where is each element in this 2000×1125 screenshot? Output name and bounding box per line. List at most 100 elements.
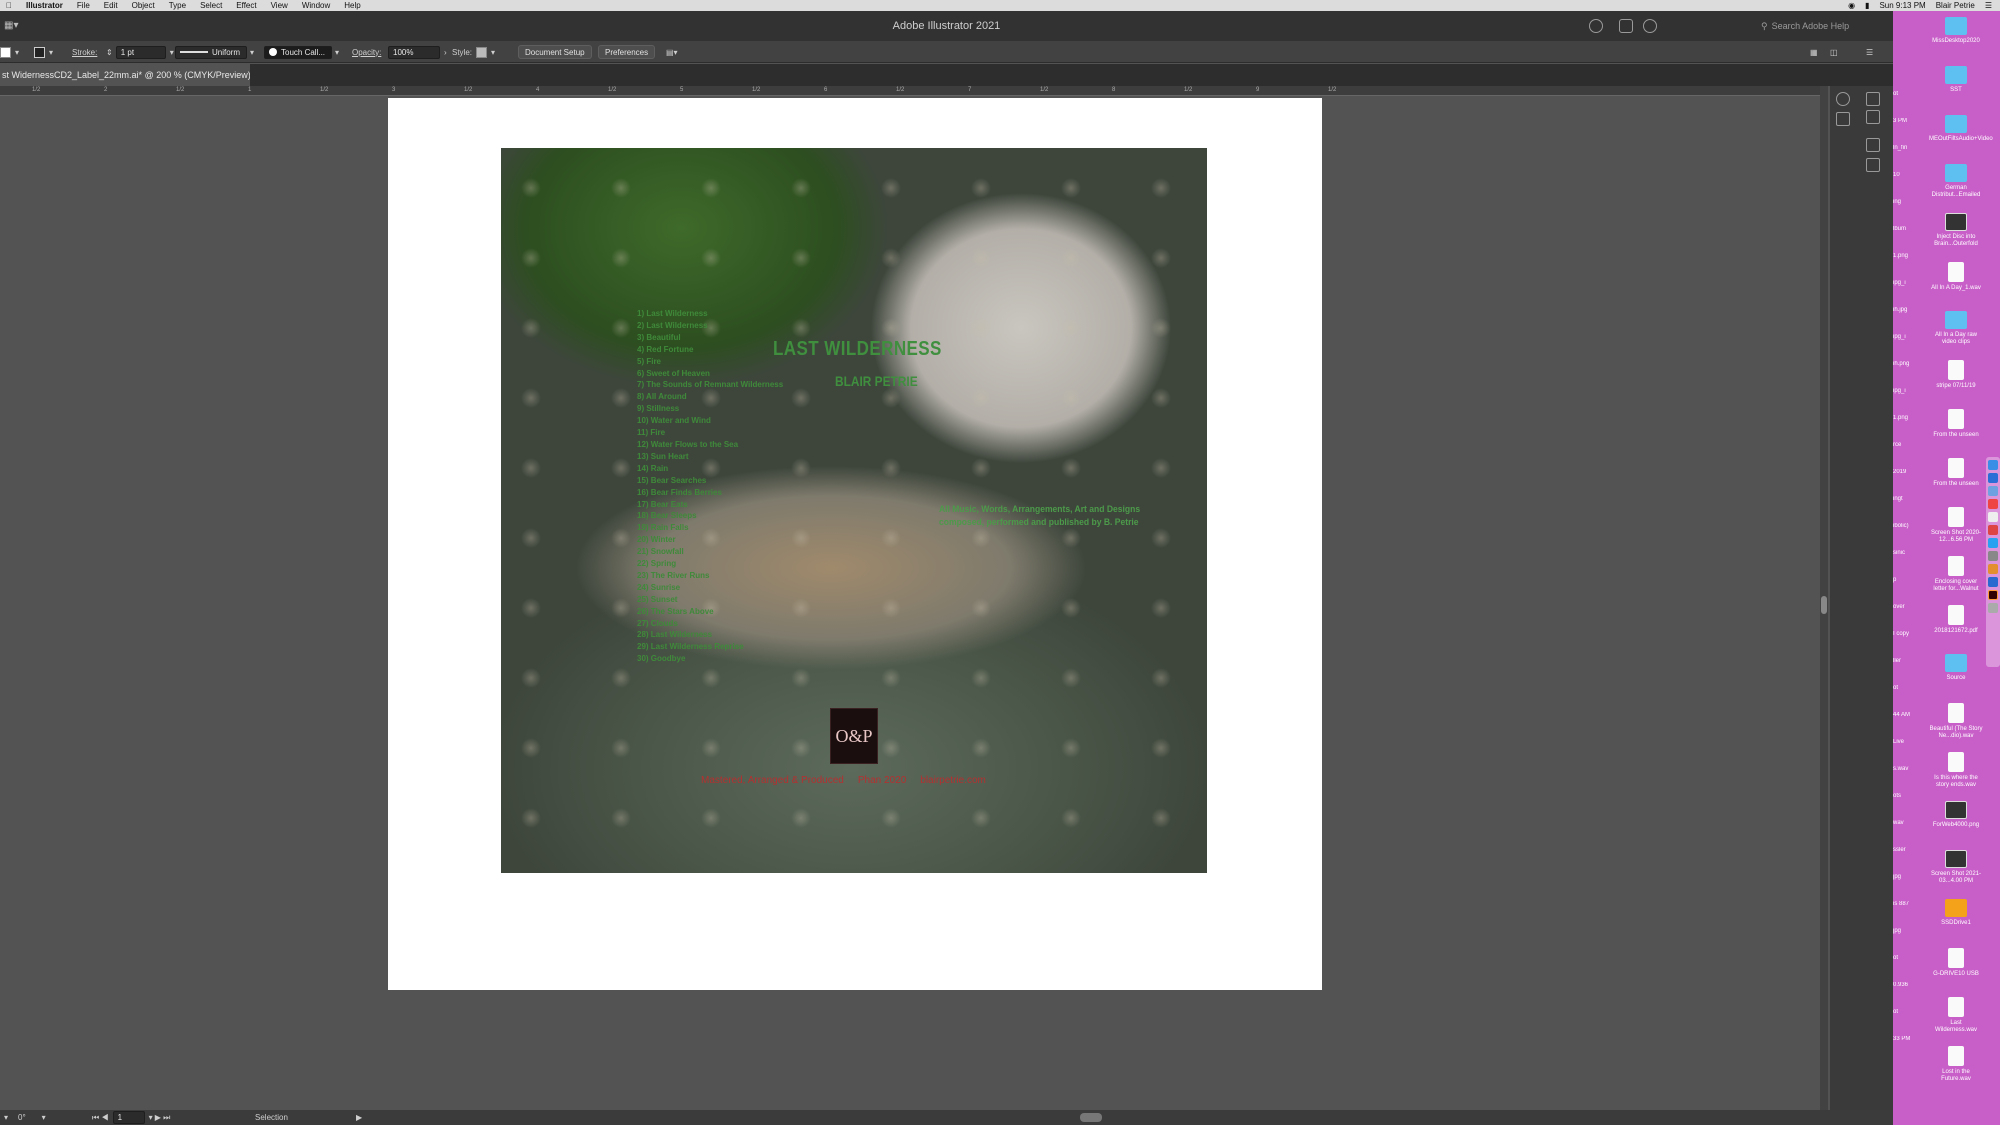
finder-dock-icon[interactable] [1988,460,1998,470]
align-icon[interactable]: ▦ [1810,45,1818,59]
brush-definition[interactable]: Touch Call... ▾ [264,45,339,59]
artist-name-text[interactable]: BLAIR PETRIE [835,373,918,389]
menu-object[interactable]: Object [132,1,155,10]
stepper-icon[interactable]: ⇕ [106,48,113,57]
properties-panel-icon[interactable] [1866,92,1880,106]
fill-swatch[interactable]: ▾ [0,45,19,59]
menu-select[interactable]: Select [200,1,222,10]
character-panel-icon[interactable] [1866,138,1880,152]
color-panel-icon[interactable] [1836,92,1850,106]
desktop-item[interactable]: German Distribut...Emailed [1929,164,1983,199]
horizontal-ruler[interactable]: 1/2 2 1/2 1 1/2 3 1/2 4 1/2 5 1/2 6 1/2 7 1/2 8 1/2 9 1/2 [0,86,1820,96]
menu-edit[interactable]: Edit [104,1,118,10]
stroke-weight-field[interactable]: ⇕ 1 pt ▾ [106,45,174,59]
desktop-item[interactable]: ForWeb4000.png [1929,801,1983,829]
variable-width-profile[interactable]: Uniform ▾ [175,45,254,59]
menu-window[interactable]: Window [302,1,330,10]
desktop-item[interactable]: All In A Day_1.wav [1929,262,1983,292]
arrange-documents-icon[interactable] [1619,19,1633,33]
discover-lightbulb-icon[interactable] [1643,19,1657,33]
workspace-icon[interactable]: ▦▾ [4,20,18,31]
desktop-item[interactable]: Screen Shot 2021-03...4.00 PM [1929,850,1983,885]
desktop-item-label: From the unseen [1933,432,1979,438]
footer-text[interactable]: Mastered, Arranged & Produced Phan 2020 … [701,775,986,786]
desktop-item[interactable]: From the unseen [1929,458,1983,488]
transform-icon[interactable]: ◫ [1830,45,1838,59]
opacity-label[interactable]: Opacity: [352,45,381,59]
settings-dock-icon[interactable] [1988,551,1998,561]
menu-file[interactable]: File [77,1,90,10]
desktop-item[interactable]: Source [1929,654,1983,682]
layers-panel-icon[interactable] [1866,110,1880,124]
status-menu-arrow[interactable]: ▶ [356,1112,362,1123]
album-cover-photo[interactable]: 1) Last Wilderness 2) Last Wilderness 3) B… [501,148,1207,873]
wifi-icon[interactable]: ◉ [1848,1,1855,10]
horizontal-scroll-thumb[interactable] [1080,1113,1102,1122]
label-logo[interactable]: O&P [830,708,878,764]
illustrator-dock-icon[interactable] [1988,590,1998,600]
desktop-item[interactable]: MissDesktop2020 [1929,17,1983,45]
desktop-item[interactable]: MEOutFiltsAudio+Video [1929,115,1993,143]
appstore-dock-icon[interactable] [1988,538,1998,548]
desktop-item[interactable]: All In a Day raw video clips [1929,311,1983,346]
artboard[interactable]: 1) Last Wilderness 2) Last Wilderness 3) B… [388,98,1322,990]
document-setup-button[interactable]: Document Setup [518,45,592,59]
canvas-area[interactable]: 1) Last Wilderness 2) Last Wilderness 3) B… [0,96,1820,1110]
desktop-item[interactable]: 2018121672.pdf [1929,605,1983,635]
scrollbar-thumb[interactable] [1821,596,1827,614]
apple-icon[interactable]:  [6,1,12,10]
rotate-view-field[interactable]: ▾ 0° ▾ [4,1112,46,1123]
libraries-panel-icon[interactable] [1836,112,1850,126]
quick-actions-icon[interactable]: ▤▾ [666,45,678,59]
menubar-clock[interactable]: Sun 9:13 PM [1879,1,1925,10]
appearance-panel-icon[interactable] [1866,158,1880,172]
artboard-navigator[interactable]: ⏮ ◀ 1 ▾ ▶ ⏭ [92,1111,170,1124]
track-item: 7) The Sounds of Remnant Wilderness [637,380,784,390]
desktop-item-label: German Distribut...Emailed [1931,185,1981,198]
stroke-swatch[interactable]: ▾ [34,45,53,59]
notes-dock-icon[interactable] [1988,512,1998,522]
track-list[interactable]: 1) Last Wilderness 2) Last Wilderness 3) B… [637,308,783,665]
chevron-down-icon[interactable]: ▾ [170,48,174,57]
desktop-item[interactable]: Screen Shot 2020-12...6.56 PM [1929,507,1983,544]
desktop-item[interactable]: Beautiful (The Story Ne...dio).wav [1929,703,1983,740]
menu-type[interactable]: Type [169,1,186,10]
menu-list-icon[interactable]: ☰ [1985,1,1992,10]
desktop-item[interactable]: Is this where the story ends.wav [1929,752,1983,789]
desktop-item[interactable]: SSDDrive1 [1929,899,1983,927]
desktop-item[interactable]: Last Wilderness.wav [1929,997,1983,1034]
desktop-item[interactable]: SST [1929,66,1983,94]
safari-dock-icon[interactable] [1988,473,1998,483]
user-account-icon[interactable] [1589,19,1603,33]
desktop-item[interactable]: Inject Disc into Brain...Outerfold [1929,213,1983,248]
stroke-label[interactable]: Stroke: [72,45,97,59]
mail-dock-icon[interactable] [1988,486,1998,496]
menu-view[interactable]: View [271,1,288,10]
desktop-item[interactable]: From the unseen [1929,409,1983,439]
preferences-button[interactable]: Preferences [598,45,656,59]
stroke-weight-value[interactable]: 1 pt [115,45,166,59]
document-tab[interactable]: st WidernessCD2_Label_22mm.ai* @ 200 % (… [0,64,250,86]
music-dock-icon[interactable] [1988,525,1998,535]
zoom-dock-icon[interactable] [1988,577,1998,587]
menubar-user[interactable]: Blair Petrie [1936,1,1975,10]
desktop-item[interactable]: G-DRIVE10 USB [1929,948,1983,978]
menu-effect[interactable]: Effect [236,1,256,10]
menu-help[interactable]: Help [344,1,360,10]
desktop-item[interactable]: Lost in the Future.wav [1929,1046,1983,1083]
battery-icon[interactable]: ▮ [1865,1,1869,10]
panel-menu-icon[interactable]: ☰ [1866,45,1873,59]
file-icon [1948,1046,1964,1066]
desktop-item[interactable]: stripe 07/11/19 [1929,360,1983,390]
calendar-dock-icon[interactable] [1988,499,1998,509]
graphic-style-swatch[interactable]: ▾ [476,45,495,59]
vertical-scrollbar[interactable] [1820,86,1828,1110]
search-field[interactable]: ⚲ Search Adobe Help [1761,17,1881,35]
credits-text[interactable]: All Music, Words, Arrangements, Art and … [939,503,1140,529]
photos-dock-icon[interactable] [1988,564,1998,574]
desktop-item[interactable]: Enclosing cover letter for...Walnut [1929,556,1983,593]
trash-dock-icon[interactable] [1988,603,1998,613]
opacity-field[interactable]: 100% › [388,45,447,59]
album-title-text[interactable]: LAST WILDERNESS [773,338,942,361]
menu-app-illustrator[interactable]: Illustrator [26,1,63,10]
